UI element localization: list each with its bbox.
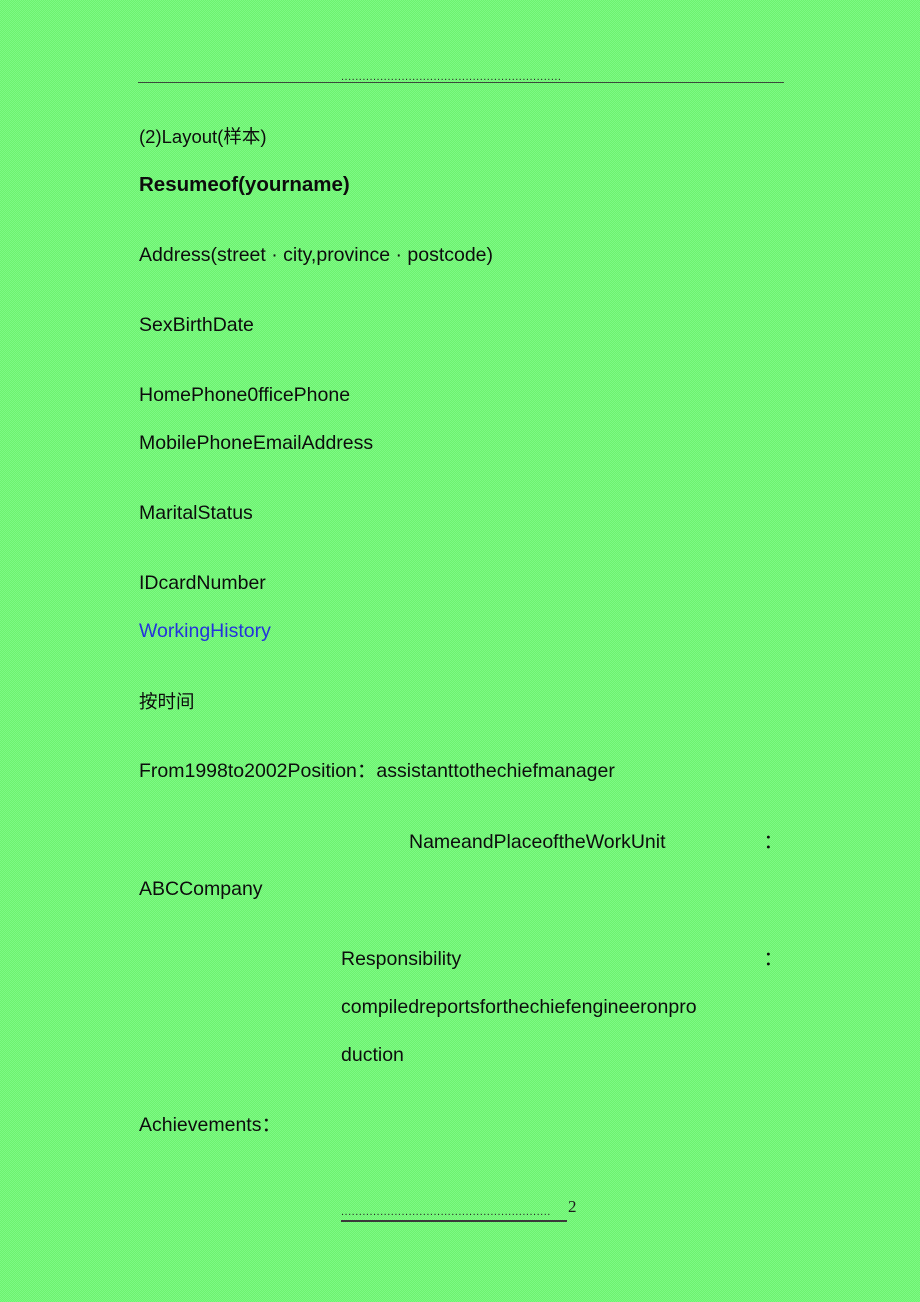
responsibility-label: Responsibility bbox=[341, 948, 462, 970]
footer-leader-dots: ........................................… bbox=[341, 1204, 567, 1222]
responsibility-label-row: Responsibility ： bbox=[341, 946, 783, 972]
achievements-label: Achievements： bbox=[139, 1114, 281, 1136]
responsibility-colon: ： bbox=[763, 948, 783, 970]
sort-by-time-note: 按时间 bbox=[139, 691, 195, 712]
header-leader-dots: ........................................… bbox=[341, 70, 578, 84]
responsibility-value-line-2: duction bbox=[341, 1044, 404, 1066]
position-line: From1998to2002Position：assistanttothechi… bbox=[139, 760, 615, 782]
work-unit-label: NameandPlaceoftheWorkUnit bbox=[409, 831, 666, 853]
marital-status-field-label: MaritalStatus bbox=[139, 502, 253, 524]
id-card-number-field-label: IDcardNumber bbox=[139, 572, 266, 594]
page-number: 2 bbox=[568, 1197, 577, 1216]
section-label: (2)Layout(样本) bbox=[139, 126, 267, 147]
responsibility-value-line-1: compiledreportsforthechiefengineeronpro bbox=[341, 996, 697, 1018]
home-office-phone-field-label: HomePhone0fficePhone bbox=[139, 384, 351, 406]
sex-birthdate-field-label: SexBirthDate bbox=[139, 314, 254, 336]
mobile-email-field-label: MobilePhoneEmailAddress bbox=[139, 432, 374, 454]
header-dotted-leader: ........................................… bbox=[341, 70, 578, 84]
document-page: ........................................… bbox=[0, 0, 920, 1302]
address-field-label: Address(street · city,province · postcod… bbox=[139, 244, 494, 266]
resume-title: Resumeof(yourname) bbox=[139, 173, 350, 196]
work-unit-colon: ： bbox=[763, 831, 783, 853]
work-unit-value: ABCCompany bbox=[139, 878, 263, 900]
working-history-heading[interactable]: WorkingHistory bbox=[139, 618, 271, 644]
footer-dotted-leader: ........................................… bbox=[341, 1204, 579, 1222]
work-unit-label-row: NameandPlaceoftheWorkUnit ： bbox=[409, 829, 783, 855]
